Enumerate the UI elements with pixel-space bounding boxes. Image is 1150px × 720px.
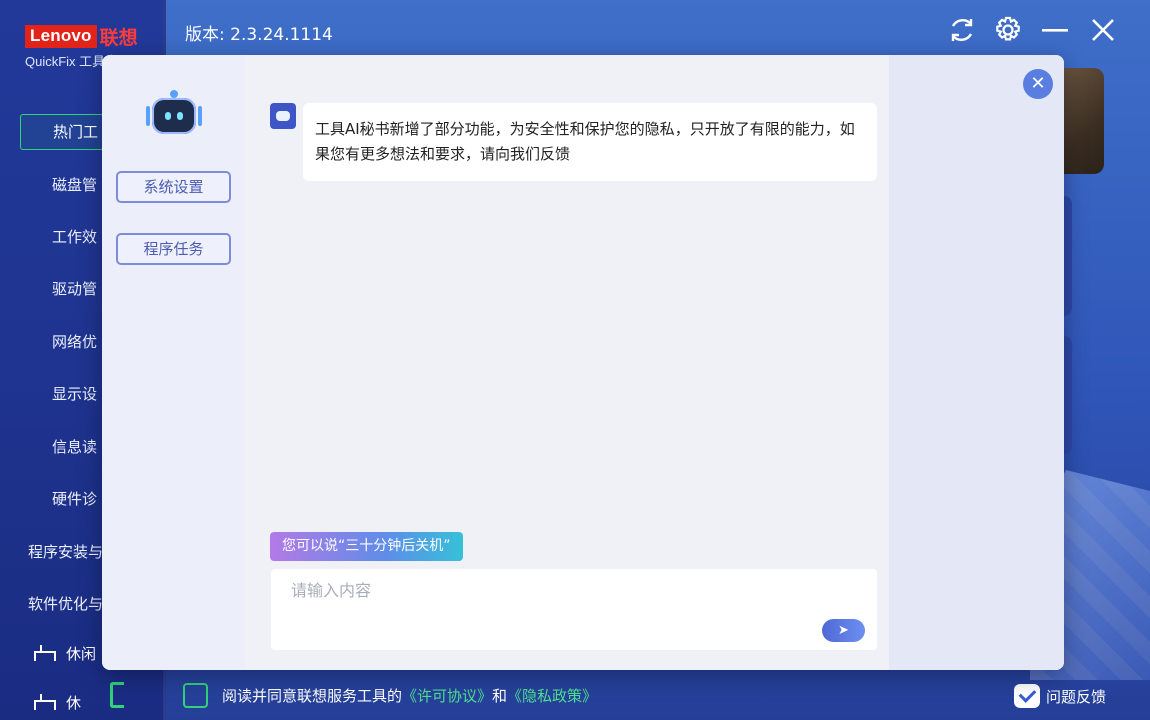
minimize-icon[interactable] — [1039, 14, 1071, 46]
suggestion-chip[interactable]: 您可以说“三十分钟后关机” — [270, 532, 463, 561]
sidebar-item-label: 休 — [66, 693, 82, 712]
sidebar-item-leisure-2[interactable]: 休 — [14, 684, 164, 720]
sidebar-item-hardware[interactable]: 硬件诊 — [52, 488, 97, 509]
feedback-icon — [1014, 684, 1040, 708]
robot-icon — [146, 88, 202, 138]
sofa-icon — [32, 692, 56, 712]
agreement-prefix: 阅读并同意联想服务工具的 — [222, 687, 403, 705]
send-button[interactable]: ➤ — [822, 619, 865, 642]
sidebar-item-label: 休闲 — [66, 644, 97, 663]
assistant-avatar — [270, 103, 296, 129]
assistant-side-panel: 系统设置 程序任务 — [102, 55, 245, 670]
collapse-toggle[interactable] — [110, 682, 124, 708]
system-settings-button[interactable]: 系统设置 — [116, 171, 231, 203]
gear-icon[interactable] — [992, 14, 1024, 46]
sidebar-item-drivers[interactable]: 驱动管 — [52, 278, 97, 299]
lenovo-logo: Lenovo 联想 — [25, 23, 138, 50]
sidebar-item-install[interactable]: 程序安装与 — [28, 541, 103, 562]
agreement-and: 和 — [492, 687, 508, 705]
close-icon[interactable] — [1087, 14, 1119, 46]
feedback-label: 问题反馈 — [1046, 687, 1107, 706]
chat-input-box: ➤ — [271, 569, 877, 650]
assistant-right-panel — [889, 55, 1064, 670]
background-banner-image — [1062, 68, 1104, 174]
sidebar-item-info[interactable]: 信息读 — [52, 436, 97, 457]
chat-input[interactable] — [271, 569, 877, 650]
dialog-close-button[interactable]: ✕ — [1023, 69, 1053, 99]
feedback-button[interactable]: 问题反馈 — [1014, 684, 1106, 708]
sofa-icon — [32, 643, 56, 663]
agreement-text: 阅读并同意联想服务工具的《许可协议》和《隐私政策》 — [222, 685, 597, 706]
agree-checkbox[interactable] — [183, 683, 208, 708]
logo-brand-cn: 联想 — [99, 27, 138, 49]
logo-brand: Lenovo — [25, 25, 97, 48]
ai-assistant-dialog: 系统设置 程序任务 ✕ 工具AI秘书新增了部分功能，为安全性和保护您的隐私，只开… — [102, 55, 1064, 670]
version-label: 版本: 2.3.24.1114 — [185, 25, 333, 45]
assistant-message: 工具AI秘书新增了部分功能，为安全性和保护您的隐私，只开放了有限的能力，如果您有… — [303, 103, 877, 181]
program-tasks-button[interactable]: 程序任务 — [116, 233, 231, 265]
refresh-icon[interactable] — [946, 14, 978, 46]
license-link[interactable]: 《许可协议》 — [402, 687, 492, 705]
sidebar-item-display[interactable]: 显示设 — [52, 383, 97, 404]
sidebar-item-productivity[interactable]: 工作效 — [52, 226, 97, 247]
sidebar-item-network[interactable]: 网络优 — [52, 331, 97, 352]
sidebar-item-disk[interactable]: 磁盘管 — [52, 174, 97, 195]
sidebar-item-optimize[interactable]: 软件优化与 — [28, 593, 103, 614]
privacy-link[interactable]: 《隐私政策》 — [507, 687, 597, 705]
